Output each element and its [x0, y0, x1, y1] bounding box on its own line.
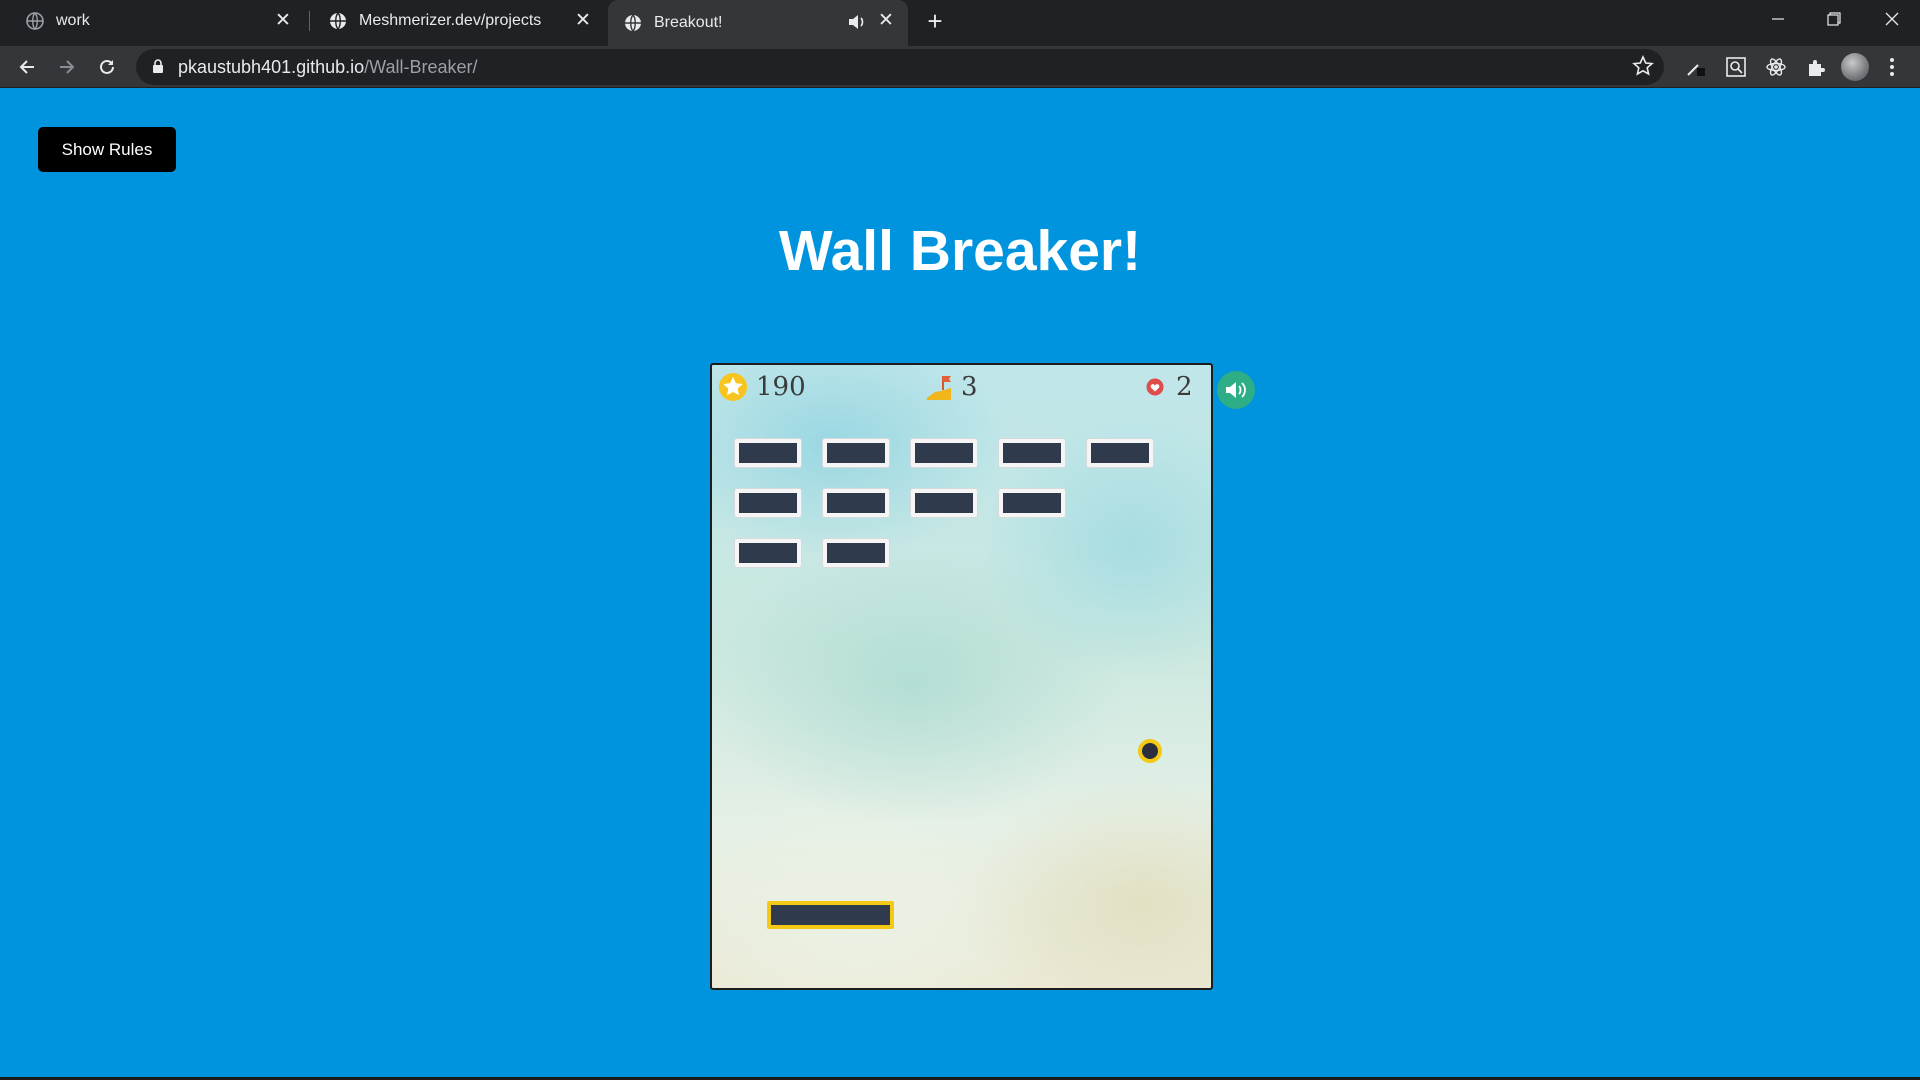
- tab-strip: work ✕ Meshmerizer.dev/projects ✕ Breako…: [0, 0, 1920, 46]
- heart-icon: [1146, 378, 1164, 396]
- lives-display: 2: [1146, 369, 1193, 405]
- page-title: Wall Breaker!: [778, 219, 1142, 283]
- tab-title: Meshmerizer.dev/projects: [359, 12, 542, 29]
- game-canvas[interactable]: 190 3 2: [710, 363, 1213, 990]
- tab-breakout[interactable]: Breakout! ✕: [608, 0, 908, 46]
- lock-icon[interactable]: [152, 59, 164, 74]
- back-icon[interactable]: [13, 53, 41, 81]
- brick: [735, 539, 801, 567]
- pen-extension-icon[interactable]: [1684, 55, 1708, 79]
- level-display: 3: [923, 369, 978, 405]
- brick: [735, 439, 801, 467]
- brick: [823, 539, 889, 567]
- tab-title: work: [56, 12, 90, 29]
- globe-icon: [330, 12, 346, 30]
- profile-avatar[interactable]: [1841, 53, 1869, 81]
- paddle[interactable]: [767, 901, 894, 929]
- close-tab-icon[interactable]: ✕: [573, 11, 593, 31]
- show-rules-button[interactable]: Show Rules: [38, 127, 176, 172]
- new-tab-icon[interactable]: +: [922, 8, 948, 34]
- brick: [1087, 439, 1153, 467]
- sound-toggle-button[interactable]: [1217, 371, 1255, 409]
- ball: [1138, 739, 1162, 763]
- tab-title: Breakout!: [654, 14, 723, 31]
- close-tab-icon[interactable]: ✕: [273, 11, 293, 31]
- url-host: pkaustubh401.github.io: [178, 57, 365, 77]
- globe-icon: [625, 14, 641, 32]
- brick: [735, 489, 801, 517]
- brick: [911, 489, 977, 517]
- globe-icon: [26, 12, 44, 30]
- close-window-icon[interactable]: [1864, 0, 1920, 38]
- react-devtools-icon[interactable]: [1764, 55, 1788, 79]
- url-text[interactable]: pkaustubh401.github.io/Wall-Breaker/: [178, 57, 478, 78]
- tab-meshmerizer[interactable]: Meshmerizer.dev/projects ✕: [303, 0, 605, 42]
- zoom-search-extension-icon[interactable]: [1724, 55, 1748, 79]
- browser-menu-icon[interactable]: [1880, 55, 1904, 79]
- tab-work[interactable]: work ✕: [0, 0, 305, 42]
- lives-value: 2: [1176, 372, 1193, 402]
- bookmark-star-icon[interactable]: [1632, 55, 1654, 77]
- level-value: 3: [961, 372, 978, 402]
- brick: [999, 439, 1065, 467]
- url-path: /Wall-Breaker/: [364, 57, 478, 77]
- extensions-puzzle-icon[interactable]: [1804, 55, 1828, 79]
- speaker-icon: [1226, 382, 1246, 398]
- brick: [823, 439, 889, 467]
- minimize-icon[interactable]: [1750, 0, 1806, 38]
- brick: [911, 439, 977, 467]
- browser-toolbar: pkaustubh401.github.io/Wall-Breaker/: [0, 46, 1920, 88]
- restore-icon[interactable]: [1806, 0, 1862, 38]
- level-flag-icon: [925, 376, 951, 400]
- star-icon: [719, 373, 747, 401]
- brick: [999, 489, 1065, 517]
- reload-icon[interactable]: [93, 53, 121, 81]
- address-bar[interactable]: pkaustubh401.github.io/Wall-Breaker/: [136, 49, 1664, 85]
- close-tab-icon[interactable]: ✕: [876, 11, 896, 31]
- score-display: 190: [718, 369, 806, 405]
- audio-playing-icon[interactable]: [848, 14, 866, 30]
- forward-icon[interactable]: [53, 53, 81, 81]
- score-value: 190: [756, 372, 806, 402]
- brick: [823, 489, 889, 517]
